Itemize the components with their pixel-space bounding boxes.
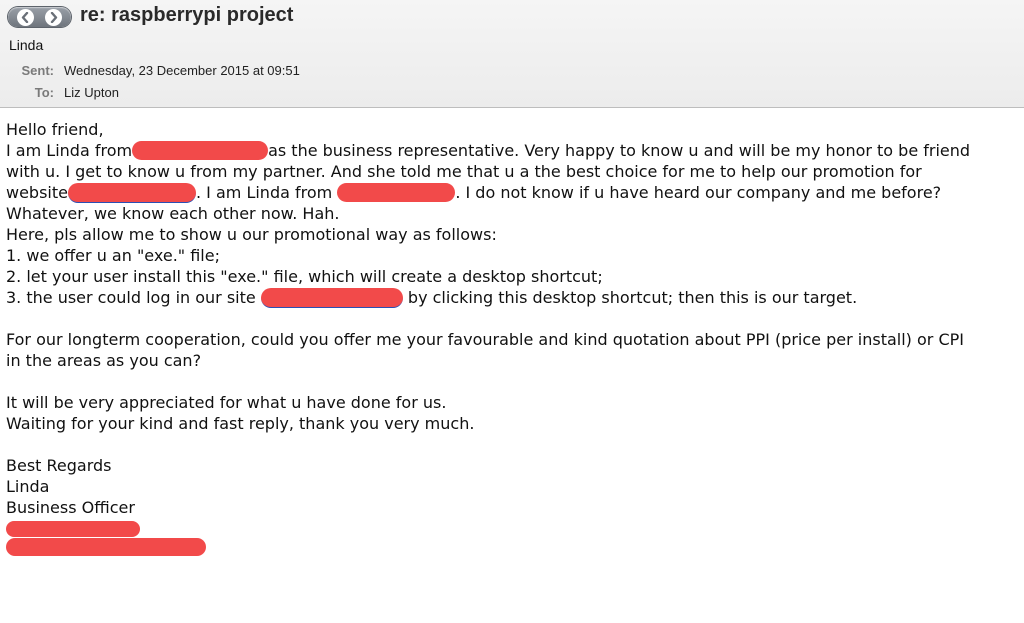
redaction-mark [6, 537, 206, 556]
forward-button[interactable] [44, 8, 62, 26]
body-line: For our longterm cooperation, could you … [6, 330, 964, 349]
to-recipient[interactable]: Liz Upton [64, 85, 119, 100]
body-line: It will be very appreciated for what u h… [6, 393, 447, 412]
body-text: as the business representative. Very hap… [268, 141, 971, 160]
signature-title: Business Officer [6, 498, 135, 517]
signature-name: Linda [6, 477, 50, 496]
body-text: 3. the user could log in our site [6, 288, 256, 307]
list-item: 2. let your user install this "exe." fil… [6, 267, 603, 286]
body-line: in the areas as you can? [6, 351, 202, 370]
greeting: Hello friend, [6, 120, 104, 139]
body-text: . I am Linda from [195, 183, 333, 202]
chevron-right-icon [50, 11, 57, 23]
redaction-mark [132, 141, 269, 160]
navigation-buttons [8, 7, 71, 27]
body-line: I am Linda from as the business represent… [6, 140, 1018, 161]
redaction-mark [6, 520, 140, 537]
redaction-mark [337, 183, 456, 202]
body-text: by clicking this desktop shortcut; then … [407, 288, 858, 307]
to-label: To: [34, 85, 54, 100]
message-body: Hello friend, I am Linda from as the busi… [6, 119, 1018, 560]
body-text: website [6, 183, 68, 202]
body-line: Waiting for your kind and fast reply, th… [6, 414, 475, 433]
body-text: . I do not know if u have heard our comp… [455, 183, 942, 202]
chevron-left-icon [22, 11, 29, 23]
body-line: Whatever, we know each other now. Hah. [6, 204, 340, 223]
body-line: website . I am Linda from . I do not know… [6, 182, 1018, 203]
message-subject: re: raspberrypi project [80, 4, 294, 26]
redacted-link[interactable] [260, 287, 403, 308]
message-header: re: raspberrypi project Linda Sent: Wedn… [0, 0, 1024, 108]
list-item: 3. the user could log in our site by cli… [6, 287, 1018, 308]
sent-label: Sent: [21, 63, 55, 78]
list-item: 1. we offer u an "exe." file; [6, 246, 220, 265]
back-button[interactable] [17, 8, 35, 26]
redacted-link[interactable] [67, 182, 196, 203]
signature-redacted [6, 518, 1018, 539]
sender-name[interactable]: Linda [9, 37, 43, 53]
body-line: with u. I get to know u from my partner.… [6, 162, 922, 181]
signature-redacted [6, 537, 1018, 560]
sent-value: Wednesday, 23 December 2015 at 09:51 [64, 63, 300, 78]
body-text: I am Linda from [6, 141, 133, 160]
body-line: Here, pls allow me to show u our promoti… [6, 225, 497, 244]
signature-line: Best Regards [6, 456, 112, 475]
